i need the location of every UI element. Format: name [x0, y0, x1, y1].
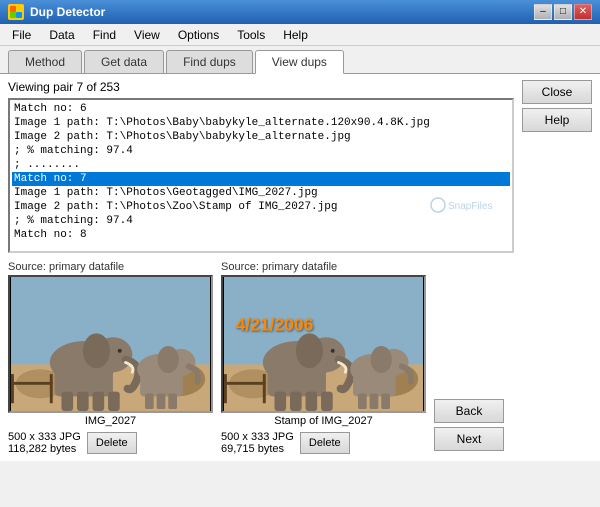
app-title: Dup Detector [30, 5, 528, 19]
title-bar: Dup Detector – □ ✕ [0, 0, 600, 24]
next-button[interactable]: Next [434, 427, 504, 451]
image1-delete-button[interactable]: Delete [87, 432, 137, 454]
image1-actions: 500 x 333 JPG 118,282 bytes Delete [8, 431, 213, 455]
image2-bytes: 69,715 bytes [221, 443, 294, 455]
tab-method[interactable]: Method [8, 50, 82, 73]
help-button[interactable]: Help [522, 108, 592, 132]
matches-listbox[interactable]: Match no: 6 Image 1 path: T:\Photos\Baby… [8, 98, 514, 253]
close-button[interactable]: Close [522, 80, 592, 104]
app-icon [8, 4, 24, 20]
image1-bytes: 118,282 bytes [8, 443, 81, 455]
list-item[interactable]: Match no: 6 [12, 102, 510, 116]
image1-size: 500 x 333 JPG [8, 431, 81, 443]
tab-find-dups[interactable]: Find dups [166, 50, 253, 73]
maximize-button[interactable]: □ [554, 4, 572, 20]
left-panel: Viewing pair 7 of 253 Match no: 6 Image … [8, 80, 514, 253]
image1-panel: Source: primary datafile [8, 261, 213, 455]
list-item[interactable]: Image 2 path: T:\Photos\Zoo\Stamp of IMG… [12, 200, 510, 214]
list-item-selected[interactable]: Match no: 7 [12, 172, 510, 186]
image1-container [8, 275, 213, 413]
tab-bar: Method Get data Find dups View dups [0, 46, 600, 73]
list-item[interactable]: Match no: 8 [12, 228, 510, 242]
menu-view[interactable]: View [126, 26, 168, 44]
image2-actions: 500 x 333 JPG 69,715 bytes Delete [221, 431, 426, 455]
menu-data[interactable]: Data [41, 26, 82, 44]
back-button[interactable]: Back [434, 399, 504, 423]
nav-panel: Back Next [434, 261, 504, 455]
image2-container: 4/21/2006 [221, 275, 426, 413]
image1-caption: IMG_2027 [8, 415, 213, 427]
image1-info: 500 x 333 JPG 118,282 bytes [8, 431, 81, 455]
image1-source-label: Source: primary datafile [8, 261, 213, 273]
menu-options[interactable]: Options [170, 26, 227, 44]
menu-help[interactable]: Help [275, 26, 316, 44]
menu-bar: File Data Find View Options Tools Help [0, 24, 600, 46]
list-item[interactable]: Image 2 path: T:\Photos\Baby\babykyle_al… [12, 130, 510, 144]
window-close-button[interactable]: ✕ [574, 4, 592, 20]
image2-caption: Stamp of IMG_2027 [221, 415, 426, 427]
menu-find[interactable]: Find [85, 26, 124, 44]
list-item[interactable]: ; % matching: 97.4 [12, 214, 510, 228]
right-panel: Close Help [522, 80, 592, 253]
window-controls: – □ ✕ [534, 4, 592, 20]
tab-get-data[interactable]: Get data [84, 50, 164, 73]
list-item[interactable]: Image 1 path: T:\Photos\Baby\babykyle_al… [12, 116, 510, 130]
image2-size: 500 x 333 JPG [221, 431, 294, 443]
list-item[interactable]: ; ........ [12, 158, 510, 172]
image2-info: 500 x 333 JPG 69,715 bytes [221, 431, 294, 455]
tab-view-dups[interactable]: View dups [255, 50, 344, 74]
menu-file[interactable]: File [4, 26, 39, 44]
list-item[interactable]: Image 1 path: T:\Photos\Geotagged\IMG_20… [12, 186, 510, 200]
image2-delete-button[interactable]: Delete [300, 432, 350, 454]
menu-tools[interactable]: Tools [229, 26, 273, 44]
minimize-button[interactable]: – [534, 4, 552, 20]
list-item[interactable]: ; % matching: 97.4 [12, 144, 510, 158]
image2-source-label: Source: primary datafile [221, 261, 426, 273]
viewing-label: Viewing pair 7 of 253 [8, 80, 514, 94]
svg-text:4/21/2006: 4/21/2006 [236, 314, 314, 334]
image2-panel: Source: primary datafile [221, 261, 426, 455]
